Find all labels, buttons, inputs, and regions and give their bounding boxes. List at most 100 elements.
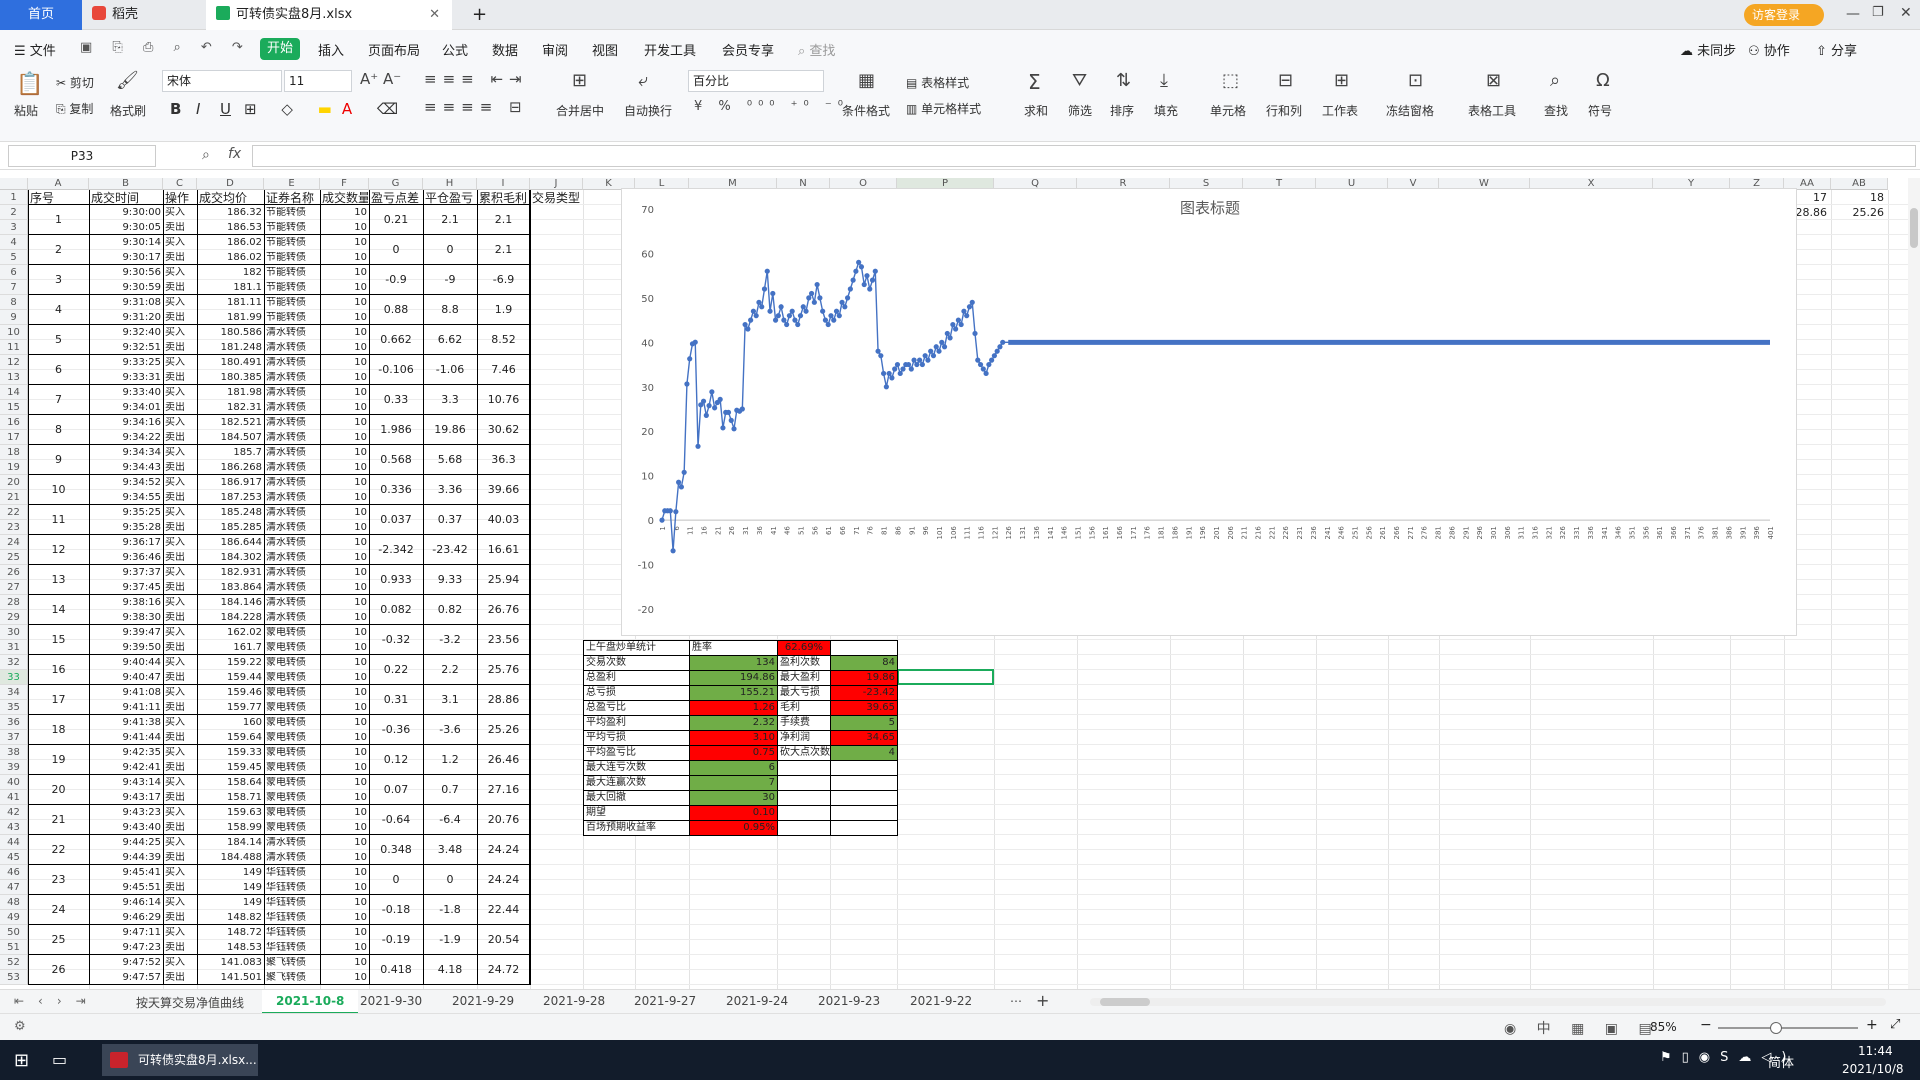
- trade-cell[interactable]: 141.501: [199, 972, 262, 984]
- trade-cell[interactable]: 清水转债: [266, 837, 318, 849]
- trade-cell[interactable]: 买入: [165, 777, 195, 789]
- trade-cell[interactable]: 186.268: [199, 462, 262, 474]
- pair-value-cell[interactable]: 24.72: [478, 964, 529, 976]
- trade-cell[interactable]: 9:41:38: [91, 717, 161, 729]
- trade-cell[interactable]: 9:41:08: [91, 687, 161, 699]
- trade-cell[interactable]: 卖出: [165, 402, 195, 414]
- symbol-button[interactable]: 符号: [1588, 102, 1612, 119]
- pair-index-cell[interactable]: 10: [29, 484, 88, 496]
- tab-daoke[interactable]: 稻壳: [82, 0, 202, 30]
- trade-cell[interactable]: 184.302: [199, 552, 262, 564]
- stats-value-cell[interactable]: 4: [830, 745, 898, 761]
- pair-value-cell[interactable]: 28.86: [478, 694, 529, 706]
- pair-value-cell[interactable]: 16.61: [478, 544, 529, 556]
- trade-cell[interactable]: 9:34:16: [91, 417, 161, 429]
- pair-value-cell[interactable]: -6.4: [424, 814, 476, 826]
- trade-cell[interactable]: 蒙电转债: [266, 792, 318, 804]
- pair-value-cell[interactable]: 0.21: [370, 214, 422, 226]
- trade-cell[interactable]: 清水转债: [266, 582, 318, 594]
- pair-index-cell[interactable]: 19: [29, 754, 88, 766]
- stats-value-cell[interactable]: 34.65: [830, 730, 898, 746]
- row-header[interactable]: 2: [0, 205, 28, 220]
- pair-value-cell[interactable]: 1.2: [424, 754, 476, 766]
- trade-cell[interactable]: 清水转债: [266, 447, 318, 459]
- row-header[interactable]: 7: [0, 280, 28, 295]
- trade-cell[interactable]: 9:43:23: [91, 807, 161, 819]
- select-all-corner[interactable]: [0, 178, 28, 190]
- menu-insert[interactable]: 插入: [318, 40, 344, 59]
- trade-cell[interactable]: 9:38:30: [91, 612, 161, 624]
- trade-cell[interactable]: 清水转债: [266, 402, 318, 414]
- stats-label-cell[interactable]: 砍大点次数: [777, 745, 831, 761]
- trade-cell[interactable]: 买入: [165, 477, 195, 489]
- trade-cell[interactable]: 10: [322, 387, 367, 399]
- pair-value-cell[interactable]: 25.76: [478, 664, 529, 676]
- trade-cell[interactable]: 10: [322, 447, 367, 459]
- tab-home[interactable]: 首页: [0, 0, 82, 30]
- trade-cell[interactable]: 161.7: [199, 642, 262, 654]
- row-header[interactable]: 45: [0, 850, 28, 865]
- trade-cell[interactable]: 买入: [165, 267, 195, 279]
- trade-cell[interactable]: 10: [322, 282, 367, 294]
- trade-cell[interactable]: 10: [322, 552, 367, 564]
- trade-cell[interactable]: 买入: [165, 867, 195, 879]
- pair-value-cell[interactable]: 1.986: [370, 424, 422, 436]
- trade-cell[interactable]: 185.285: [199, 522, 262, 534]
- fx-icon[interactable]: fx: [228, 146, 241, 162]
- trade-cell[interactable]: 清水转债: [266, 342, 318, 354]
- row-header[interactable]: 5: [0, 250, 28, 265]
- pair-value-cell[interactable]: 0.336: [370, 484, 422, 496]
- menu-search[interactable]: ⌕ 查找: [798, 40, 835, 59]
- row-header[interactable]: 40: [0, 775, 28, 790]
- row-header[interactable]: 17: [0, 430, 28, 445]
- trade-cell[interactable]: 10: [322, 477, 367, 489]
- pair-value-cell[interactable]: -0.36: [370, 724, 422, 736]
- stats-value-cell[interactable]: 30: [689, 790, 778, 806]
- row-header[interactable]: 42: [0, 805, 28, 820]
- pair-index-cell[interactable]: 6: [29, 364, 88, 376]
- trade-cell[interactable]: 10: [322, 297, 367, 309]
- pair-value-cell[interactable]: 3.1: [424, 694, 476, 706]
- clock-date[interactable]: 2021/10/8: [1842, 1062, 1904, 1076]
- trade-cell[interactable]: 9:43:17: [91, 792, 161, 804]
- row-header[interactable]: 50: [0, 925, 28, 940]
- trade-cell[interactable]: 卖出: [165, 522, 195, 534]
- trade-cell[interactable]: 10: [322, 537, 367, 549]
- bold-button[interactable]: B: [170, 100, 181, 118]
- column-header[interactable]: I: [477, 178, 530, 190]
- pair-index-cell[interactable]: 1: [29, 214, 88, 226]
- pair-value-cell[interactable]: 27.16: [478, 784, 529, 796]
- trade-cell[interactable]: 买入: [165, 537, 195, 549]
- trade-cell[interactable]: 9:47:52: [91, 957, 161, 969]
- fill-button[interactable]: 填充: [1154, 102, 1178, 119]
- stats-label-cell[interactable]: 最大回撤: [583, 790, 690, 806]
- pair-index-cell[interactable]: 16: [29, 664, 88, 676]
- stats-title-cell[interactable]: 上午盘炒单统计: [583, 640, 690, 656]
- trade-cell[interactable]: 182.931: [199, 567, 262, 579]
- trade-cell[interactable]: 9:44:25: [91, 837, 161, 849]
- align-icons[interactable]: ≡≡≡ ⇤⇥: [424, 72, 528, 87]
- menu-layout[interactable]: 页面布局: [368, 40, 420, 59]
- trade-cell[interactable]: 卖出: [165, 612, 195, 624]
- trade-cell[interactable]: 9:35:25: [91, 507, 161, 519]
- row-header[interactable]: 47: [0, 880, 28, 895]
- trade-cell[interactable]: 节能转债: [266, 267, 318, 279]
- guest-login-button[interactable]: 访客登录: [1744, 4, 1824, 26]
- trade-cell[interactable]: 买入: [165, 627, 195, 639]
- row-header[interactable]: 22: [0, 505, 28, 520]
- column-header[interactable]: H: [423, 178, 477, 190]
- trade-cell[interactable]: 10: [322, 747, 367, 759]
- stats-value-cell[interactable]: -23.42: [830, 685, 898, 701]
- column-header[interactable]: E: [264, 178, 320, 190]
- trade-cell[interactable]: 清水转债: [266, 852, 318, 864]
- sheet-tab[interactable]: 2021-9-23: [818, 994, 880, 1008]
- trade-cell[interactable]: 10: [322, 207, 367, 219]
- trade-cell[interactable]: 买入: [165, 447, 195, 459]
- trade-cell[interactable]: 清水转债: [266, 477, 318, 489]
- trade-cell[interactable]: 182: [199, 267, 262, 279]
- trade-cell[interactable]: 节能转债: [266, 252, 318, 264]
- row-header[interactable]: 44: [0, 835, 28, 850]
- sort-icon[interactable]: ⇅: [1116, 72, 1131, 90]
- trade-cell[interactable]: 卖出: [165, 732, 195, 744]
- trade-cell[interactable]: 华钰转债: [266, 882, 318, 894]
